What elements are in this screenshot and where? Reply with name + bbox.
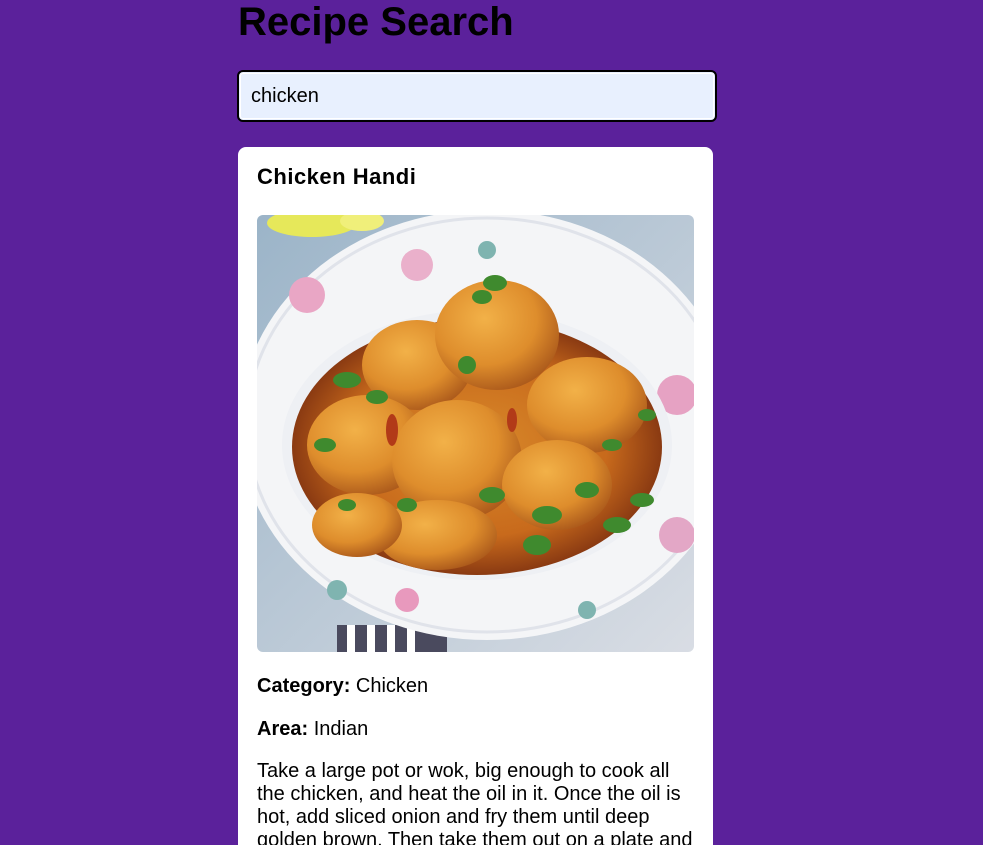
- category-value: Chicken: [355, 675, 429, 697]
- area-label: Area:: [257, 718, 309, 740]
- recipe-image: [257, 215, 694, 652]
- search-input[interactable]: [237, 70, 717, 122]
- recipe-area: Area: Indian: [257, 717, 694, 741]
- page: Recipe Search Chicken Handi: [0, 0, 983, 845]
- area-value: Indian: [313, 718, 369, 740]
- recipe-title: Chicken Handi: [257, 164, 417, 189]
- recipe-instructions: Take a large pot or wok, big enough to c…: [257, 760, 693, 845]
- recipe-category: Category: Chicken: [257, 674, 694, 698]
- page-title: Recipe Search: [238, 0, 514, 44]
- category-label: Category:: [257, 675, 351, 697]
- recipe-card: Chicken Handi Category: Chicken Area: In…: [238, 147, 713, 845]
